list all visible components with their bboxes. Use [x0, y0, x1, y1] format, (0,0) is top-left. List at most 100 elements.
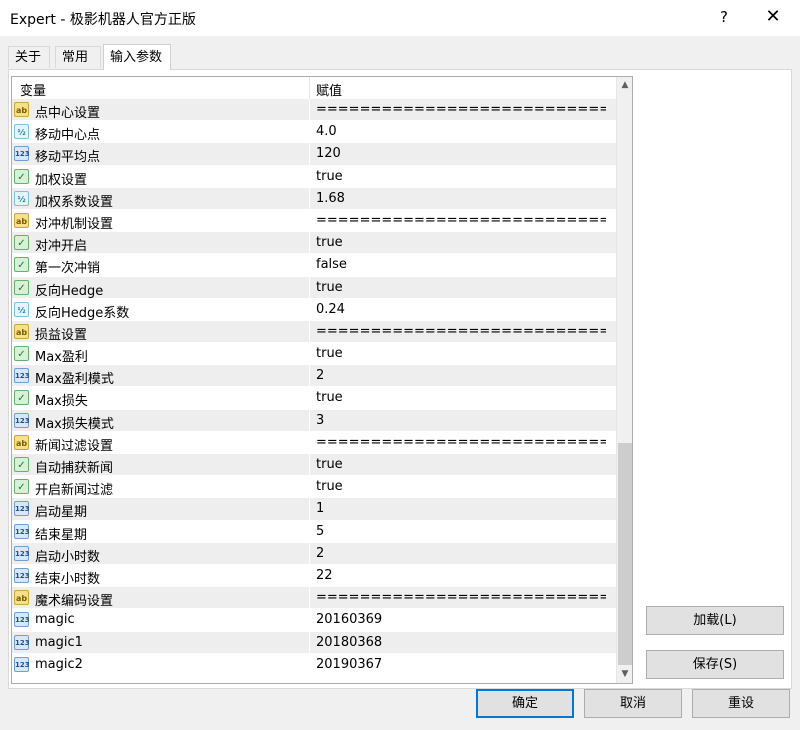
parameter-name: 对冲机制设置	[35, 216, 114, 232]
column-divider[interactable]	[309, 77, 310, 99]
parameter-row[interactable]: 123 magic1 20180368	[12, 631, 616, 654]
parameter-value[interactable]: true	[316, 457, 606, 472]
cell-divider	[309, 387, 310, 410]
parameter-value[interactable]: true	[316, 479, 606, 494]
parameter-value[interactable]: 5	[316, 524, 606, 539]
parameter-row[interactable]: 123 结束小时数 22	[12, 564, 616, 588]
parameter-value[interactable]: 3	[316, 413, 606, 428]
parameter-value[interactable]: ==============================...	[316, 590, 606, 605]
parameter-value[interactable]: true	[316, 280, 606, 295]
tab-about[interactable]: 关于	[8, 46, 50, 68]
integer-type-icon: 123	[14, 567, 30, 583]
close-button[interactable]: ✕	[762, 6, 784, 28]
parameter-row[interactable]: 123 Max盈利模式 2	[12, 365, 616, 388]
parameter-value[interactable]: false	[316, 257, 606, 272]
parameter-row[interactable]: ½ 反向Hedge系数 0.24	[12, 298, 616, 321]
cell-divider	[309, 476, 310, 499]
parameter-value[interactable]: 1.68	[316, 191, 606, 206]
tab-input-parameters[interactable]: 输入参数	[103, 44, 171, 70]
parameter-row[interactable]: 123 Max损失模式 3	[12, 409, 616, 432]
parameter-row[interactable]: ✓ Max损失 true	[12, 387, 616, 410]
parameter-row[interactable]: ½ 移动中心点 4.0	[12, 121, 616, 144]
parameter-row[interactable]: ab 魔术编码设置 ==============================..…	[12, 587, 616, 610]
parameter-value[interactable]: 2	[316, 368, 606, 383]
parameter-value[interactable]: ==============================...	[316, 102, 606, 117]
parameter-value[interactable]: 0.24	[316, 302, 606, 317]
vertical-scrollbar[interactable]: ▲ ▼	[616, 77, 632, 683]
parameter-row[interactable]: 123 magic 20160369	[12, 609, 616, 632]
parameter-row[interactable]: ✓ Max盈利 true	[12, 343, 616, 366]
string-type-icon: ab	[14, 434, 29, 450]
parameter-row[interactable]: ab 新闻过滤设置 ==============================..…	[12, 431, 616, 454]
parameter-value[interactable]: ==============================...	[316, 324, 606, 339]
parameter-value[interactable]: 1	[316, 501, 606, 516]
parameter-value[interactable]: true	[316, 346, 606, 361]
boolean-type-icon: ✓	[14, 346, 29, 362]
parameter-value[interactable]: 22	[316, 568, 606, 583]
parameter-name: 开启新闻过滤	[35, 483, 114, 499]
parameter-value[interactable]: 20190367	[316, 657, 606, 672]
parameter-value[interactable]: true	[316, 235, 606, 250]
reset-button[interactable]: 重设	[692, 689, 790, 718]
parameter-row[interactable]: ab 点中心设置 ==============================...	[12, 99, 616, 122]
parameter-row[interactable]: ab 对冲机制设置 ==============================..…	[12, 209, 616, 233]
parameter-name: 启动小时数	[35, 549, 101, 565]
parameter-row[interactable]: ✓ 加权设置 true	[12, 165, 616, 188]
parameter-value[interactable]: ==============================...	[316, 435, 606, 450]
load-button[interactable]: 加载(L)	[646, 606, 784, 635]
parameter-row[interactable]: 123 启动小时数 2	[12, 542, 616, 565]
ok-button[interactable]: 确定	[476, 689, 574, 718]
save-button[interactable]: 保存(S)	[646, 650, 784, 679]
parameter-row[interactable]: ✓ 反向Hedge true	[12, 276, 616, 299]
cell-divider	[309, 298, 310, 321]
parameter-row[interactable]: 123 移动平均点 120	[12, 143, 616, 166]
scroll-up-arrow-icon[interactable]: ▲	[617, 77, 632, 94]
double-type-icon: ½	[14, 301, 29, 317]
cell-divider	[309, 609, 310, 632]
parameter-value[interactable]: 2	[316, 546, 606, 561]
parameter-value[interactable]: 4.0	[316, 124, 606, 139]
tab-common[interactable]: 常用	[55, 46, 101, 68]
parameter-row[interactable]: 123 启动星期 1	[12, 498, 616, 521]
parameter-row[interactable]: ✓ 第一次冲销 false	[12, 254, 616, 277]
parameter-row[interactable]: 123 结束星期 5	[12, 520, 616, 543]
parameter-row[interactable]: ✓ 开启新闻过滤 true	[12, 476, 616, 499]
parameter-value[interactable]: true	[316, 169, 606, 184]
boolean-type-icon: ✓	[14, 257, 29, 273]
cell-divider	[309, 99, 310, 121]
help-button[interactable]: ?	[714, 6, 734, 28]
parameter-row[interactable]: 123 magic2 20190367	[12, 653, 616, 676]
cancel-button[interactable]: 取消	[584, 689, 682, 718]
scrollbar-thumb[interactable]	[618, 443, 632, 665]
parameter-name: 第一次冲销	[35, 261, 101, 277]
string-type-icon: ab	[14, 102, 29, 117]
integer-type-icon: 123	[14, 612, 30, 628]
parameter-name: 反向Hedge	[35, 283, 104, 299]
scroll-down-arrow-icon[interactable]: ▼	[617, 666, 632, 683]
column-header-value[interactable]: 赋值	[316, 80, 342, 99]
integer-type-icon: 123	[14, 501, 30, 517]
parameter-value[interactable]: 20180368	[316, 635, 606, 650]
parameter-row[interactable]: ✓ 对冲开启 true	[12, 232, 616, 255]
column-header-variable[interactable]: 变量	[20, 80, 46, 99]
grid-rows: ab 点中心设置 ==============================...…	[12, 99, 616, 676]
integer-type-icon: 123	[14, 545, 30, 561]
parameter-row[interactable]: ✓ 自动捕获新闻 true	[12, 454, 616, 477]
string-type-icon: ab	[14, 212, 29, 228]
cell-divider	[309, 365, 310, 388]
parameter-name: magic	[35, 612, 75, 628]
cell-divider	[309, 254, 310, 277]
parameter-value[interactable]: true	[316, 390, 606, 405]
boolean-type-icon: ✓	[14, 390, 29, 406]
parameter-row[interactable]: ½ 加权系数设置 1.68	[12, 187, 616, 210]
parameter-value[interactable]: ==============================...	[316, 213, 606, 228]
cell-divider	[309, 564, 310, 587]
parameter-value[interactable]: 20160369	[316, 612, 606, 627]
window-title: Expert - 极影机器人官方正版	[10, 12, 196, 28]
parameter-value[interactable]: 120	[316, 146, 606, 161]
integer-type-icon: 123	[14, 368, 30, 384]
boolean-type-icon: ✓	[14, 457, 29, 472]
parameters-grid[interactable]: 变量 赋值 ab 点中心设置 ===========================…	[11, 76, 633, 684]
parameter-name: 结束小时数	[35, 571, 101, 587]
parameter-row[interactable]: ab 损益设置 ==============================...	[12, 320, 616, 344]
